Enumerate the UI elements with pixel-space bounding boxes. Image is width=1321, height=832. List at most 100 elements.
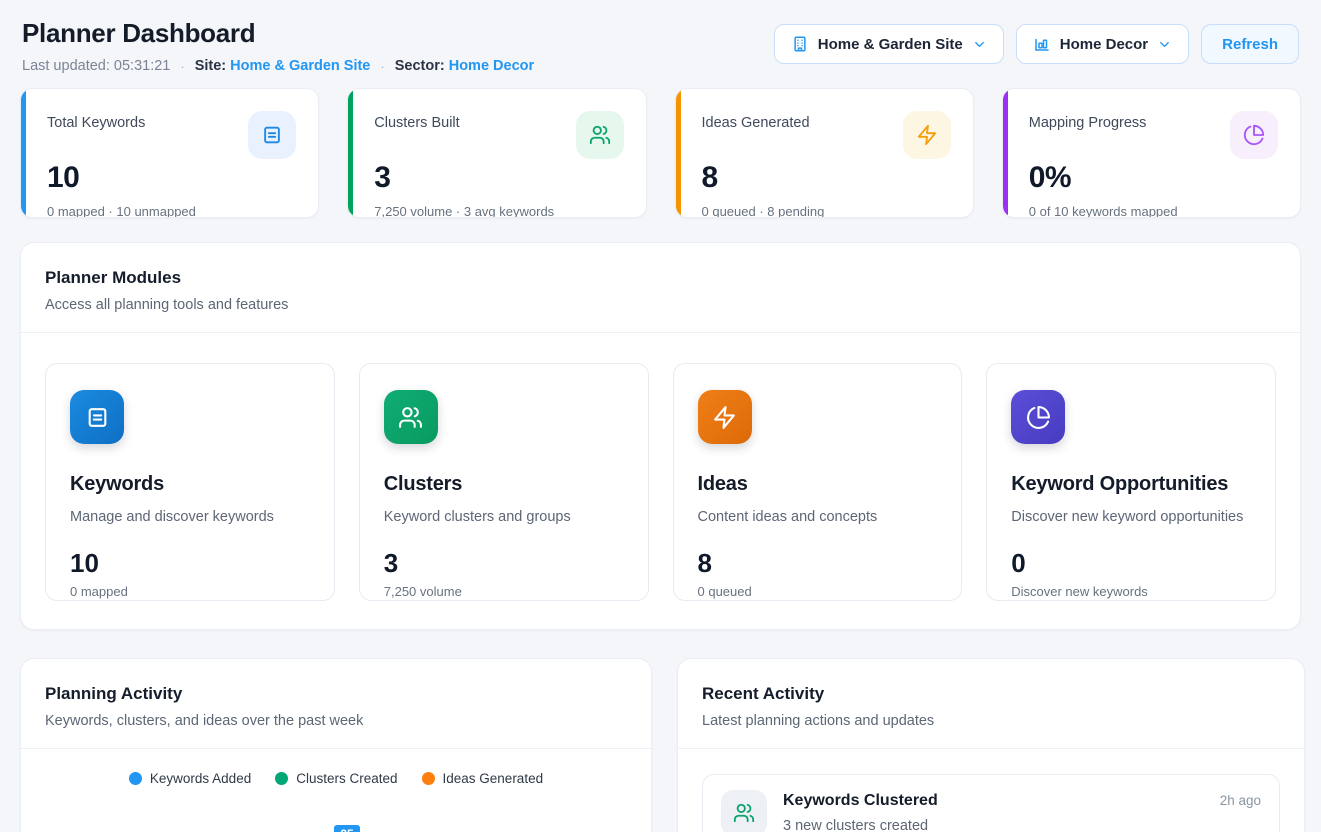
divider bbox=[678, 748, 1304, 749]
legend-dot-green bbox=[275, 772, 288, 785]
last-updated: Last updated: 05:31:21 bbox=[22, 58, 170, 74]
module-icon-box bbox=[1011, 390, 1065, 444]
module-title: Clusters bbox=[384, 473, 624, 496]
chevron-down-icon bbox=[972, 37, 987, 52]
module-description: Manage and discover keywords bbox=[70, 509, 310, 525]
area-chart-canvas: 25 25 24 bbox=[21, 807, 652, 832]
stat-label: Total Keywords bbox=[47, 111, 145, 131]
stat-subtext: 0 mapped · 10 unmapped bbox=[47, 204, 296, 218]
module-description: Content ideas and concepts bbox=[698, 509, 938, 525]
stat-card-clusters-built: Clusters Built 3 7,250 volume · 3 avg ke… bbox=[347, 88, 646, 218]
module-description: Keyword clusters and groups bbox=[384, 509, 624, 525]
svg-text:25: 25 bbox=[340, 827, 354, 832]
legend-item-ideas-generated[interactable]: Ideas Generated bbox=[422, 771, 544, 786]
legend-label: Ideas Generated bbox=[443, 771, 544, 786]
modules-grid: Keywords Manage and discover keywords 10… bbox=[21, 333, 1300, 629]
stat-icon-box bbox=[248, 111, 296, 159]
refresh-button[interactable]: Refresh bbox=[1201, 24, 1299, 64]
stat-card-ideas-generated: Ideas Generated 8 0 queued · 8 pending bbox=[675, 88, 974, 218]
stat-value: 0% bbox=[1029, 161, 1278, 195]
planning-activity-title: Planning Activity bbox=[45, 684, 627, 704]
bar-chart-icon bbox=[1033, 35, 1051, 53]
activity-description: 3 new clusters created bbox=[783, 818, 1261, 832]
chevron-down-icon bbox=[1157, 37, 1172, 52]
stat-icon-box bbox=[576, 111, 624, 159]
planner-modules-panel: Planner Modules Access all planning tool… bbox=[20, 242, 1301, 630]
separator-dot: · bbox=[380, 59, 384, 74]
stat-card-mapping-progress: Mapping Progress 0% 0 of 10 keywords map… bbox=[1002, 88, 1301, 218]
activity-body: Keywords Clustered 2h ago 3 new clusters… bbox=[783, 790, 1261, 832]
module-icon-box bbox=[384, 390, 438, 444]
zap-icon bbox=[712, 405, 737, 430]
document-icon bbox=[85, 405, 110, 430]
meta-line: Last updated: 05:31:21 · Site: Home & Ga… bbox=[22, 58, 534, 74]
sector-selector-dropdown[interactable]: Home Decor bbox=[1016, 24, 1189, 64]
stat-label: Clusters Built bbox=[374, 111, 459, 131]
bottom-row: Planning Activity Keywords, clusters, an… bbox=[20, 658, 1301, 832]
stat-subtext: 0 of 10 keywords mapped bbox=[1029, 204, 1278, 218]
document-icon bbox=[261, 124, 283, 146]
stat-label: Ideas Generated bbox=[702, 111, 810, 131]
module-description: Discover new keyword opportunities bbox=[1011, 509, 1251, 525]
module-value: 0 bbox=[1011, 548, 1251, 579]
site-selector-dropdown[interactable]: Home & Garden Site bbox=[774, 24, 1004, 64]
module-title: Keyword Opportunities bbox=[1011, 473, 1251, 496]
site-selector-label: Home & Garden Site bbox=[818, 36, 963, 53]
zap-icon bbox=[916, 124, 938, 146]
module-card-keywords[interactable]: Keywords Manage and discover keywords 10… bbox=[45, 363, 335, 601]
module-subtext: 0 mapped bbox=[70, 584, 310, 599]
users-icon bbox=[589, 124, 611, 146]
sector-link[interactable]: Home Decor bbox=[449, 58, 534, 74]
topbar: Planner Dashboard Last updated: 05:31:21… bbox=[20, 18, 1301, 74]
module-card-clusters[interactable]: Clusters Keyword clusters and groups 3 7… bbox=[359, 363, 649, 601]
building-icon bbox=[791, 35, 809, 53]
users-icon bbox=[398, 405, 423, 430]
legend-item-keywords-added[interactable]: Keywords Added bbox=[129, 771, 251, 786]
modules-title: Planner Modules bbox=[45, 268, 1276, 288]
users-icon bbox=[733, 802, 755, 824]
module-card-keyword-opportunities[interactable]: Keyword Opportunities Discover new keywo… bbox=[986, 363, 1276, 601]
module-subtext: 7,250 volume bbox=[384, 584, 624, 599]
page-title: Planner Dashboard bbox=[22, 18, 534, 49]
planning-activity-subtitle: Keywords, clusters, and ideas over the p… bbox=[45, 713, 627, 729]
site-meta: Site: Home & Garden Site bbox=[195, 58, 371, 74]
legend-label: Clusters Created bbox=[296, 771, 397, 786]
stat-value: 3 bbox=[374, 161, 623, 195]
data-label-25: 25 bbox=[334, 825, 360, 832]
activity-title: Keywords Clustered bbox=[783, 792, 938, 810]
stat-card-total-keywords: Total Keywords 10 0 mapped · 10 unmapped bbox=[20, 88, 319, 218]
recent-activity-title: Recent Activity bbox=[702, 684, 1280, 704]
separator-dot: · bbox=[180, 59, 184, 74]
pie-chart-icon bbox=[1243, 124, 1265, 146]
planner-dashboard-page: Planner Dashboard Last updated: 05:31:21… bbox=[0, 0, 1321, 832]
stat-icon-box bbox=[903, 111, 951, 159]
topbar-actions: Home & Garden Site Home Decor Refresh bbox=[774, 24, 1299, 64]
module-value: 8 bbox=[698, 548, 938, 579]
module-title: Ideas bbox=[698, 473, 938, 496]
activity-timestamp: 2h ago bbox=[1220, 793, 1261, 808]
module-title: Keywords bbox=[70, 473, 310, 496]
sector-meta: Sector: Home Decor bbox=[395, 58, 534, 74]
recent-activity-panel: Recent Activity Latest planning actions … bbox=[677, 658, 1305, 832]
recent-activity-subtitle: Latest planning actions and updates bbox=[702, 713, 1280, 729]
activity-item-keywords-clustered[interactable]: Keywords Clustered 2h ago 3 new clusters… bbox=[702, 774, 1280, 832]
sector-selector-label: Home Decor bbox=[1060, 36, 1148, 53]
stat-subtext: 0 queued · 8 pending bbox=[702, 204, 951, 218]
planning-activity-panel: Planning Activity Keywords, clusters, an… bbox=[20, 658, 652, 832]
module-card-ideas[interactable]: Ideas Content ideas and concepts 8 0 que… bbox=[673, 363, 963, 601]
site-link[interactable]: Home & Garden Site bbox=[230, 58, 370, 74]
legend-item-clusters-created[interactable]: Clusters Created bbox=[275, 771, 397, 786]
module-subtext: 0 queued bbox=[698, 584, 938, 599]
legend-dot-orange bbox=[422, 772, 435, 785]
module-value: 10 bbox=[70, 548, 310, 579]
stat-icon-box bbox=[1230, 111, 1278, 159]
modules-subtitle: Access all planning tools and features bbox=[45, 297, 1276, 313]
stat-value: 10 bbox=[47, 161, 296, 195]
planning-activity-chart: Keywords Added Clusters Created Ideas Ge… bbox=[21, 749, 651, 832]
stats-row: Total Keywords 10 0 mapped · 10 unmapped… bbox=[20, 88, 1301, 218]
module-icon-box bbox=[70, 390, 124, 444]
stat-value: 8 bbox=[702, 161, 951, 195]
refresh-label: Refresh bbox=[1222, 36, 1278, 53]
stat-label: Mapping Progress bbox=[1029, 111, 1147, 131]
legend-dot-blue bbox=[129, 772, 142, 785]
